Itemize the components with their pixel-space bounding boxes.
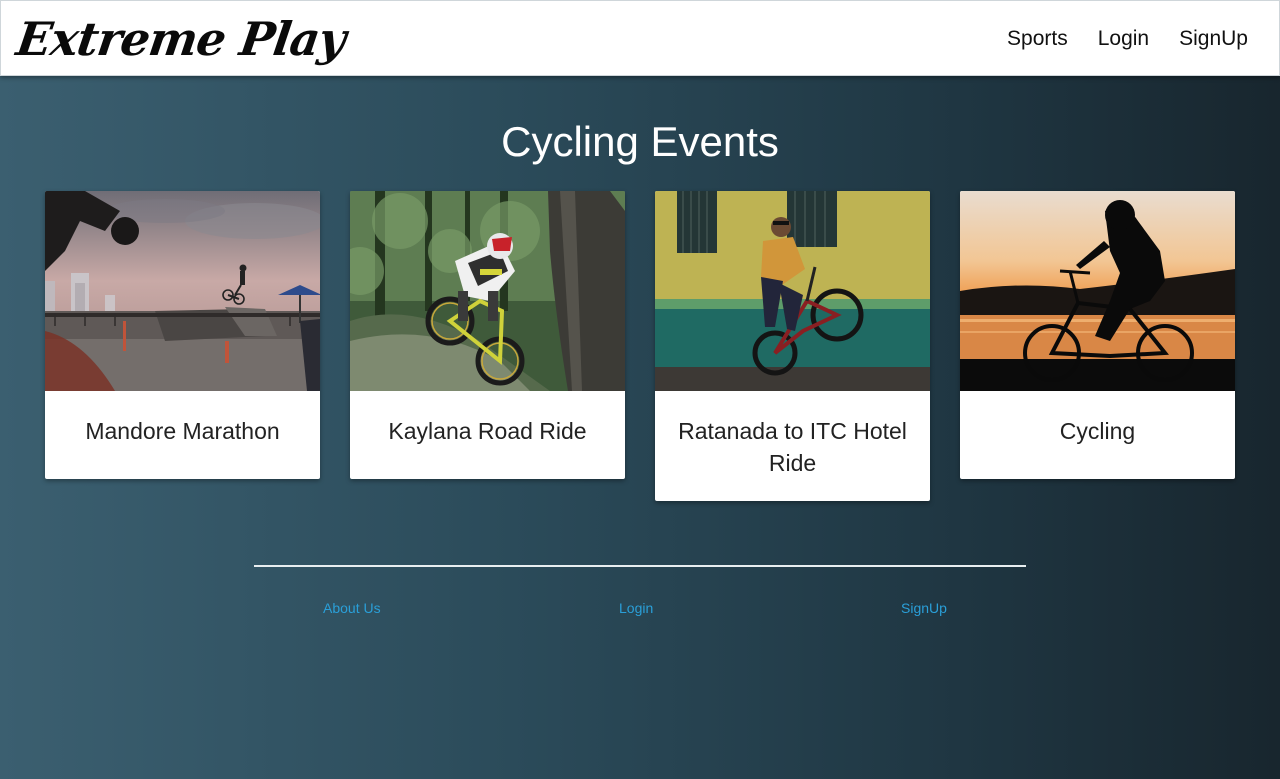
nav-links: Sports Login SignUp — [1007, 25, 1248, 53]
event-card-kaylana-road-ride[interactable]: Kaylana Road Ride — [350, 191, 625, 479]
footer-link-signup[interactable]: SignUp — [901, 600, 947, 616]
event-title[interactable]: Cycling — [960, 391, 1235, 479]
page-title: Cycling Events — [501, 118, 779, 165]
event-image-bmx-skatepark — [45, 191, 320, 391]
nav-link-signup[interactable]: SignUp — [1179, 25, 1248, 53]
event-title[interactable]: Mandore Marathon — [45, 391, 320, 479]
event-card-ratanada-itc-hotel-ride[interactable]: Ratanada to ITC Hotel Ride — [655, 191, 930, 501]
brand-logo[interactable]: Extreme Play — [13, 7, 350, 71]
footer-divider — [254, 565, 1026, 567]
nav-link-login[interactable]: Login — [1098, 25, 1149, 53]
event-image-sunset-silhouette — [960, 191, 1235, 391]
event-image-wheelie-street — [655, 191, 930, 391]
event-title[interactable]: Ratanada to ITC Hotel Ride — [655, 391, 930, 501]
event-card-mandore-marathon[interactable]: Mandore Marathon — [45, 191, 320, 479]
navbar: Extreme Play Sports Login SignUp — [0, 0, 1280, 76]
event-image-downhill-forest — [350, 191, 625, 391]
event-title[interactable]: Kaylana Road Ride — [350, 391, 625, 479]
footer-link-login[interactable]: Login — [619, 600, 653, 616]
event-card-cycling[interactable]: Cycling — [960, 191, 1235, 479]
nav-link-sports[interactable]: Sports — [1007, 25, 1068, 53]
footer-link-about-us[interactable]: About Us — [323, 600, 381, 616]
